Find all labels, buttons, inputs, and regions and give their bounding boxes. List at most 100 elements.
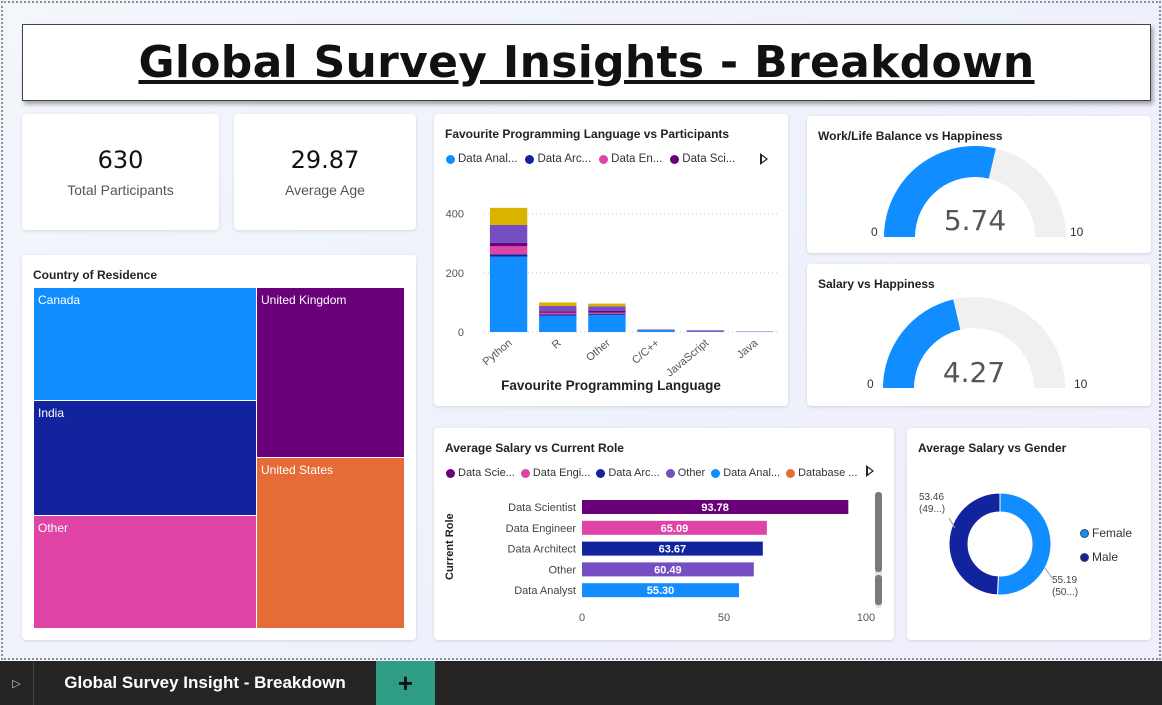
gauge-value: 5.74 xyxy=(943,204,1007,237)
report-title: Global Survey Insights - Breakdown xyxy=(138,37,1035,88)
kpi-total-participants[interactable]: 630 Total Participants xyxy=(22,114,219,230)
x-tick-label: Other xyxy=(584,337,613,364)
bar-segment xyxy=(489,224,528,243)
donut-label-pct: (50...) xyxy=(1052,587,1079,598)
legend-dot xyxy=(1080,528,1089,538)
treemap-cell-label: India xyxy=(38,406,65,420)
y-tick-label: Data Analyst xyxy=(514,585,576,597)
bar-segment xyxy=(637,330,675,332)
bar-segment xyxy=(539,302,577,306)
donut-legend: Female Male xyxy=(1080,526,1132,564)
x-tick-label: R xyxy=(550,337,564,351)
bar-value-label: 93.78 xyxy=(701,502,729,514)
language-chart-plot: 0 200 400 Python R Other C/C++ JavaScript Java xyxy=(446,207,779,379)
x-tick-label: JavaScript xyxy=(664,337,711,379)
treemap-cell-canada[interactable]: Canada xyxy=(33,287,257,401)
bar-segment xyxy=(539,305,577,312)
bar-value-label: 63.67 xyxy=(659,544,687,556)
bar-segment xyxy=(539,312,577,315)
tab-nav-arrow-icon[interactable]: ▷ xyxy=(0,661,33,705)
y-tick-label: 400 xyxy=(446,209,464,221)
add-page-button[interactable]: + xyxy=(376,661,435,705)
bar-segment xyxy=(539,315,577,332)
bar-segment xyxy=(489,242,528,247)
legend-item[interactable]: Female xyxy=(1080,526,1132,540)
y-tick-label: 0 xyxy=(458,327,464,339)
page-tab-bar: ▷ Global Survey Insight - Breakdown + xyxy=(0,661,1162,705)
donut-label-value: 53.46 xyxy=(919,492,945,503)
gauge-min: 0 xyxy=(871,225,878,239)
role-chart-scrollbar[interactable] xyxy=(875,492,882,608)
bar-value-label: 60.49 xyxy=(654,564,682,576)
gauge-max: 10 xyxy=(1070,225,1084,239)
report-title-box: Global Survey Insights - Breakdown xyxy=(22,24,1151,101)
bar-segment xyxy=(588,314,626,332)
x-tick-label: 50 xyxy=(718,612,730,624)
kpi-value: 630 xyxy=(97,146,144,174)
role-chart-card[interactable]: Average Salary vs Current Role Data Scie… xyxy=(434,428,894,640)
legend-item[interactable]: Male xyxy=(1080,550,1132,564)
treemap-cell-label: Canada xyxy=(38,293,81,307)
treemap-cell-united-states[interactable]: United States xyxy=(256,457,405,629)
legend-label: Female xyxy=(1092,526,1133,540)
donut-slice xyxy=(996,492,1052,596)
x-tick-label: C/C++ xyxy=(630,337,662,367)
bar-segment xyxy=(489,207,528,225)
y-tick-label: 200 xyxy=(446,268,464,280)
treemap-cell-other[interactable]: Other xyxy=(33,515,257,629)
y-tick-label: Data Engineer xyxy=(506,523,577,535)
scrollbar-thumb-lower[interactable] xyxy=(875,575,882,605)
treemap-cell-label: Other xyxy=(38,521,69,535)
bar-value-label: 55.30 xyxy=(647,585,675,597)
donut-label-value: 55.19 xyxy=(1052,575,1078,586)
bar-segment xyxy=(588,312,626,314)
donut-slice xyxy=(948,492,1001,596)
kpi-average-age[interactable]: 29.87 Average Age xyxy=(234,114,416,230)
donut-leader-line xyxy=(1044,567,1053,579)
treemap-card[interactable]: Country of Residence Canada United Kingd… xyxy=(22,255,416,640)
x-tick-label: 0 xyxy=(579,612,585,624)
legend-label: Male xyxy=(1092,550,1119,564)
bar-segment xyxy=(686,330,724,332)
kpi-label: Average Age xyxy=(285,182,365,198)
donut-label-female: 55.19 (50...) xyxy=(1052,575,1078,599)
bar-segment xyxy=(489,246,528,255)
language-chart-xlabel: Favourite Programming Language xyxy=(501,378,721,393)
language-chart-card[interactable]: Favourite Programming Language vs Partic… xyxy=(434,114,788,406)
bar-value-label: 65.09 xyxy=(661,523,689,535)
gauge-min: 0 xyxy=(867,377,874,391)
y-tick-label: Other xyxy=(548,564,576,576)
gauge-salary-card[interactable]: Salary vs Happiness 4.27 0 10 xyxy=(807,264,1151,406)
x-tick-label: Python xyxy=(481,337,515,368)
x-tick-label: Java xyxy=(735,337,761,362)
gauge-value: 4.27 xyxy=(942,356,1006,389)
donut-label-male: 53.46 (49...) xyxy=(919,492,945,516)
bar-segment xyxy=(489,256,528,332)
x-tick-label: 100 xyxy=(857,612,875,624)
bar-segment xyxy=(539,311,577,313)
treemap-cell-united-kingdom[interactable]: United Kingdom xyxy=(256,287,405,458)
bar-segment xyxy=(588,313,626,315)
treemap-cell-label: United Kingdom xyxy=(261,293,347,307)
bar-segment xyxy=(588,311,626,313)
y-tick-label: Data Scientist xyxy=(508,502,576,514)
kpi-value: 29.87 xyxy=(290,146,360,174)
tab-global-survey-breakdown[interactable]: Global Survey Insight - Breakdown xyxy=(33,661,376,705)
bar-segment xyxy=(489,254,528,257)
bar-segment xyxy=(588,303,626,307)
gauge-worklife-card[interactable]: Work/Life Balance vs Happiness 5.74 0 10 xyxy=(807,116,1151,253)
scrollbar-thumb[interactable] xyxy=(875,492,882,572)
role-chart-plot: 93.78 Data Scientist 65.09 Data Engineer 63.… xyxy=(506,500,875,624)
treemap-cell-india[interactable]: India xyxy=(33,400,257,516)
y-tick-label: Data Architect xyxy=(508,544,576,556)
bar-segment xyxy=(588,306,626,312)
bar-segment xyxy=(539,314,577,316)
kpi-label: Total Participants xyxy=(67,182,174,198)
treemap-cell-label: United States xyxy=(261,463,334,477)
bar-segment xyxy=(686,331,724,332)
legend-dot xyxy=(1080,552,1089,562)
treemap-title: Country of Residence xyxy=(33,268,158,282)
donut-label-pct: (49...) xyxy=(919,504,946,515)
gauge-max: 10 xyxy=(1074,377,1088,391)
gender-chart-card[interactable]: Average Salary vs Gender 53.46 (49...) 5… xyxy=(907,428,1151,640)
